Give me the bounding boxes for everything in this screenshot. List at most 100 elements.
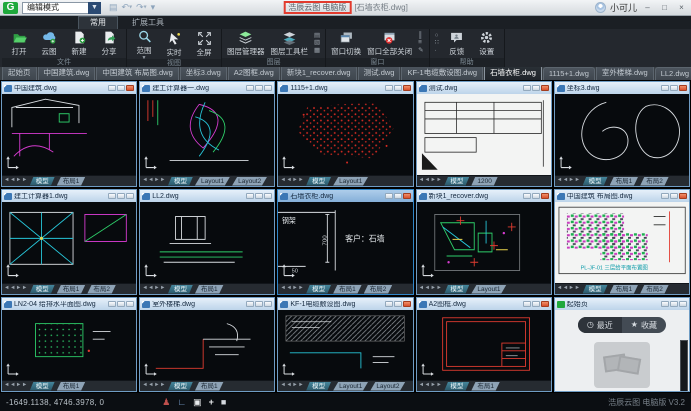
layout-tab[interactable]: 模型 [306, 285, 331, 294]
fullscreen-button[interactable]: 全屏 [189, 31, 219, 58]
feedback-button[interactable]: 反馈 [442, 30, 472, 57]
drawing-window-active[interactable]: 石墙衣柜.dwg 700 50 钢架 客户：石墙 ◄◄►► 模型 布局1 布局2 [277, 189, 413, 295]
layout-tab[interactable]: 模型 [30, 285, 55, 294]
tile-titlebar[interactable]: KF-1电缆敷设图.dwg [278, 298, 412, 310]
cascade-icon[interactable]: ✎ [418, 48, 423, 55]
tile-restore-button[interactable] [670, 301, 678, 307]
layout-nav-arrows[interactable]: ◄◄►► [419, 383, 443, 389]
grid-toggle-icon[interactable]: ▣ [193, 398, 202, 407]
layout-tab-strip[interactable]: ◄◄►► 模型 布局1 布局2 [555, 283, 689, 294]
layout-tab[interactable]: 布局1 [57, 382, 86, 391]
tile-titlebar[interactable]: A2图框.dwg [417, 298, 551, 310]
layout-tab[interactable]: 模型 [168, 382, 193, 391]
tile-titlebar[interactable]: LN2-04 给排水平面图.dwg [2, 298, 136, 310]
ribbon-tab-ext-tools[interactable]: 扩展工具 [121, 17, 175, 29]
drawing-canvas[interactable] [140, 94, 274, 175]
layout-tab[interactable]: 布局2 [87, 285, 116, 294]
doc-tab[interactable]: 室外楼梯.dwg [596, 67, 654, 80]
drawing-canvas[interactable] [278, 310, 412, 380]
tile-titlebar[interactable]: LL2.dwg [140, 190, 274, 202]
close-button[interactable]: × [675, 2, 688, 14]
layout-tab-strip[interactable]: ◄◄►► 模型 布局1 布局2 [555, 175, 689, 186]
layout-tab[interactable]: Layout1 [195, 177, 230, 186]
tile-close-button[interactable] [126, 301, 134, 307]
drawing-window[interactable]: LN2-04 给排水平面图.dwg ◄◄►► 模型 布局1 [1, 297, 137, 392]
tile-close-button[interactable] [679, 85, 687, 91]
tile-restore-button[interactable] [532, 193, 540, 199]
tile-restore-button[interactable] [117, 301, 125, 307]
layout-tab-strip[interactable]: ◄◄►► 模型 Layout1 [417, 283, 551, 294]
layer-manager-button[interactable]: 图层管理器 [224, 30, 268, 57]
drawing-window[interactable]: LL2.dwg ◄◄►► 模型 布局1 [139, 189, 275, 295]
layout-nav-arrows[interactable]: ◄◄►► [557, 286, 581, 292]
layout-tab[interactable]: 模型 [30, 382, 55, 391]
open-button[interactable]: 打开 [4, 30, 34, 57]
app-logo-icon[interactable]: G [3, 2, 18, 14]
more-icon[interactable]: ∷ [435, 40, 439, 47]
tile-minimize-button[interactable] [523, 85, 531, 91]
layout-tab-strip[interactable]: ◄◄►► 模型 Layout1 [278, 175, 412, 186]
doc-tab[interactable]: 1115+1.dwg [543, 67, 595, 80]
layout-tab[interactable]: 1200 [471, 177, 497, 186]
layout-tab[interactable]: 布局1 [195, 382, 224, 391]
layout-nav-arrows[interactable]: ◄◄►► [142, 383, 166, 389]
user-avatar-icon[interactable] [595, 2, 606, 13]
layout-tab[interactable]: 模型 [168, 177, 193, 186]
layout-tab[interactable]: 模型 [306, 177, 331, 186]
crosshair-toggle-icon[interactable]: + [209, 398, 214, 407]
tile-titlebar[interactable]: 1115+1.dwg [278, 82, 412, 94]
mode-selector[interactable]: 编辑模式 ▼ [22, 2, 101, 14]
tile-restore-button[interactable] [117, 193, 125, 199]
layout-nav-arrows[interactable]: ◄◄►► [142, 178, 166, 184]
layout-tab[interactable]: 布局1 [57, 177, 86, 186]
layout-tab[interactable]: 布局2 [640, 177, 669, 186]
layout-tab-strip[interactable]: ◄◄►► 模型 布局1 布局2 [278, 283, 412, 294]
layout-tab[interactable]: 布局1 [610, 177, 639, 186]
tile-close-button[interactable] [403, 85, 411, 91]
drawing-canvas[interactable] [140, 310, 274, 380]
redo-icon[interactable]: ↷▾ [136, 3, 147, 12]
tile-restore-button[interactable] [394, 301, 402, 307]
layout-tab[interactable]: 模型 [444, 177, 469, 186]
layout-nav-arrows[interactable]: ◄◄►► [4, 178, 28, 184]
tile-horizontal-icon[interactable]: ≡ [418, 40, 423, 47]
layout-tab[interactable]: Layout2 [370, 382, 405, 391]
layout-tab[interactable]: 布局1 [610, 285, 639, 294]
tile-restore-button[interactable] [255, 85, 263, 91]
drawing-window[interactable]: 建工计算器1.dwg ◄◄►► 模型 布局1 布局2 [1, 189, 137, 295]
doc-tab[interactable]: LL2.dwg [655, 67, 691, 80]
snap-toggle-icon[interactable]: ■ [221, 398, 226, 407]
tile-minimize-button[interactable] [523, 301, 531, 307]
minimize-button[interactable]: – [641, 2, 654, 14]
tile-close-button[interactable] [679, 301, 687, 307]
drawing-canvas[interactable] [417, 202, 551, 283]
doc-tab[interactable]: 中国建筑.dwg [38, 67, 96, 80]
doc-tab-active[interactable]: 石墙衣柜.dwg [484, 67, 542, 80]
doc-tab[interactable]: 坐标3.dwg [180, 67, 227, 80]
tile-close-button[interactable] [541, 85, 549, 91]
cloud-drawing-button[interactable]: 云图 [34, 30, 64, 57]
tile-minimize-button[interactable] [246, 85, 254, 91]
tile-minimize-button[interactable] [385, 193, 393, 199]
window-switch-button[interactable]: 窗口切换 [328, 30, 364, 57]
tile-close-button[interactable] [403, 193, 411, 199]
layout-tab[interactable]: Layout2 [232, 177, 267, 186]
tile-minimize-button[interactable] [246, 301, 254, 307]
drawing-canvas[interactable]: 700 50 钢架 客户：石墙 [278, 202, 412, 283]
tile-restore-button[interactable] [255, 193, 263, 199]
open-quick-icon[interactable]: ▤ [109, 3, 118, 12]
layout-tab[interactable]: 模型 [30, 177, 55, 186]
drawing-window[interactable]: 建工计算器一.dwg ◄◄►► 模型 Layout1 Layout2 [139, 81, 275, 187]
tile-minimize-button[interactable] [108, 85, 116, 91]
tile-titlebar[interactable]: 石墙衣柜.dwg [278, 190, 412, 202]
drawing-window[interactable]: 测试.dwg ◄◄►► 模型 1200 [416, 81, 552, 187]
tile-titlebar[interactable]: 室外楼梯.dwg [140, 298, 274, 310]
layout-tab[interactable]: 布局1 [333, 285, 362, 294]
tile-minimize-button[interactable] [246, 193, 254, 199]
layer-merge-icon[interactable]: ▦ [314, 48, 320, 55]
layout-nav-arrows[interactable]: ◄◄►► [280, 178, 304, 184]
layout-tab-strip[interactable]: ◄◄►► 模型 布局1 [2, 380, 136, 391]
tile-restore-button[interactable] [532, 301, 540, 307]
tile-restore-button[interactable] [117, 85, 125, 91]
scroll-preview-strip[interactable] [680, 340, 688, 392]
